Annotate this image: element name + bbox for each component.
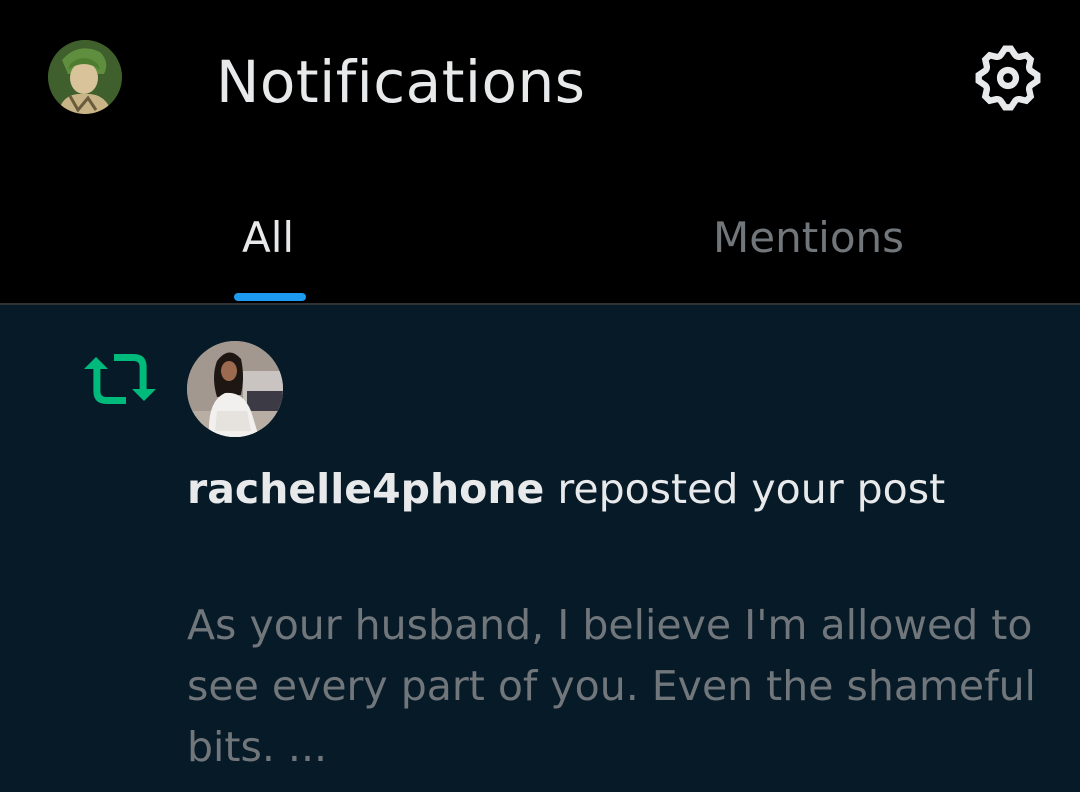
profile-avatar[interactable] (48, 40, 122, 114)
user-avatar[interactable] (187, 341, 283, 437)
gear-icon (975, 45, 1041, 111)
notification-text: rachelle4phone reposted your post (187, 463, 945, 515)
username-link[interactable]: rachelle4phone (187, 465, 544, 513)
profile-avatar-image (48, 40, 122, 114)
tab-all-label: All (242, 213, 295, 262)
tab-all[interactable]: All (0, 190, 540, 304)
tab-mentions[interactable]: Mentions (540, 190, 1080, 304)
settings-button[interactable] (970, 40, 1046, 116)
notification-item[interactable]: rachelle4phone reposted your post As you… (0, 305, 1080, 792)
notification-action: reposted your post (557, 465, 946, 513)
notifications-screen: Notifications All Mentions rachelle4phon… (0, 0, 1080, 792)
active-tab-indicator (234, 293, 306, 301)
tab-bar: All Mentions (0, 190, 1080, 304)
post-preview[interactable]: As your husband, I believe I'm allowed t… (187, 595, 1047, 778)
tab-mentions-label: Mentions (713, 213, 905, 262)
repost-icon (82, 351, 158, 407)
page-title: Notifications (216, 48, 586, 116)
header: Notifications (0, 0, 1080, 160)
user-avatar-image (187, 341, 283, 437)
